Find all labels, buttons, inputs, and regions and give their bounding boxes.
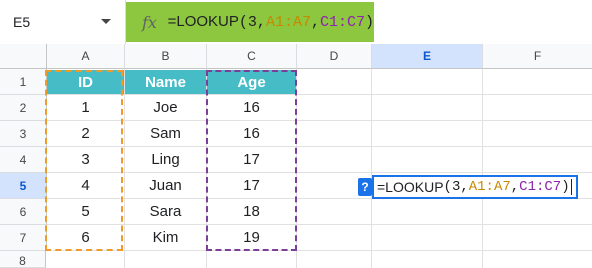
row-header-8[interactable]: 8 (0, 251, 46, 268)
cell-b3[interactable]: Sam (125, 121, 206, 146)
lookup-value: 3 (451, 179, 461, 195)
column-header-c[interactable]: C (207, 44, 297, 69)
separator: , (460, 179, 469, 195)
range-highlight-a1-a7 (45, 70, 123, 251)
function-name: =LOOKUP (377, 179, 444, 195)
gridline (47, 250, 592, 251)
row-header-5[interactable]: 5 (0, 173, 47, 199)
cell-b6[interactable]: Sara (125, 199, 206, 224)
fx-icon: fx (142, 12, 157, 32)
text-caret (570, 179, 572, 195)
cell-b5[interactable]: Juan (125, 173, 206, 198)
cell-b1[interactable]: Name (125, 70, 206, 94)
search-range: A1:A7 (468, 179, 511, 195)
lookup-value: 3 (247, 14, 257, 31)
cell-b4[interactable]: Ling (125, 147, 206, 172)
function-name: =LOOKUP (167, 13, 239, 30)
column-header-d[interactable]: D (297, 44, 372, 69)
toolbar-row: E5 fx =LOOKUP(3,A1:A7,C1:C7) (0, 0, 592, 45)
search-range: A1:A7 (265, 14, 311, 31)
column-header-b[interactable]: B (125, 44, 207, 69)
dropdown-arrow-icon[interactable] (101, 19, 111, 24)
paren-close: ) (364, 14, 374, 31)
cell-editor-e5[interactable]: =LOOKUP(3, A1:A7, C1:C7) (372, 175, 578, 199)
formula-help-icon[interactable]: ? (358, 178, 372, 196)
gridline (371, 69, 372, 268)
row-header-6[interactable]: 6 (0, 199, 47, 225)
row-header-3[interactable]: 3 (0, 121, 47, 147)
gridline (482, 69, 483, 268)
paren-open: ( (238, 14, 248, 31)
result-range: C1:C7 (319, 14, 365, 31)
column-header-f[interactable]: F (483, 44, 592, 69)
paren-open: ( (443, 179, 452, 195)
cell-b7[interactable]: Kim (125, 225, 206, 250)
row-header-4[interactable]: 4 (0, 147, 47, 173)
row-header-1[interactable]: 1 (0, 69, 47, 95)
select-all-corner[interactable] (0, 44, 47, 69)
cell-reference: E5 (13, 14, 31, 30)
cell-b2[interactable]: Joe (125, 95, 206, 120)
name-box[interactable]: E5 (0, 0, 126, 44)
separator: , (310, 14, 320, 31)
formula-bar[interactable]: fx =LOOKUP(3,A1:A7,C1:C7) (126, 2, 374, 42)
separator: , (256, 14, 266, 31)
separator: , (510, 179, 520, 195)
row-header-2[interactable]: 2 (0, 95, 47, 121)
range-highlight-c1-c7 (206, 70, 297, 251)
formula-input[interactable]: =LOOKUP(3,A1:A7,C1:C7) (168, 13, 374, 31)
result-range: C1:C7 (519, 179, 562, 195)
column-header-a[interactable]: A (47, 44, 125, 69)
row-header-7[interactable]: 7 (0, 225, 47, 251)
column-header-e[interactable]: E (372, 44, 483, 69)
paren-close: ) (561, 179, 570, 195)
